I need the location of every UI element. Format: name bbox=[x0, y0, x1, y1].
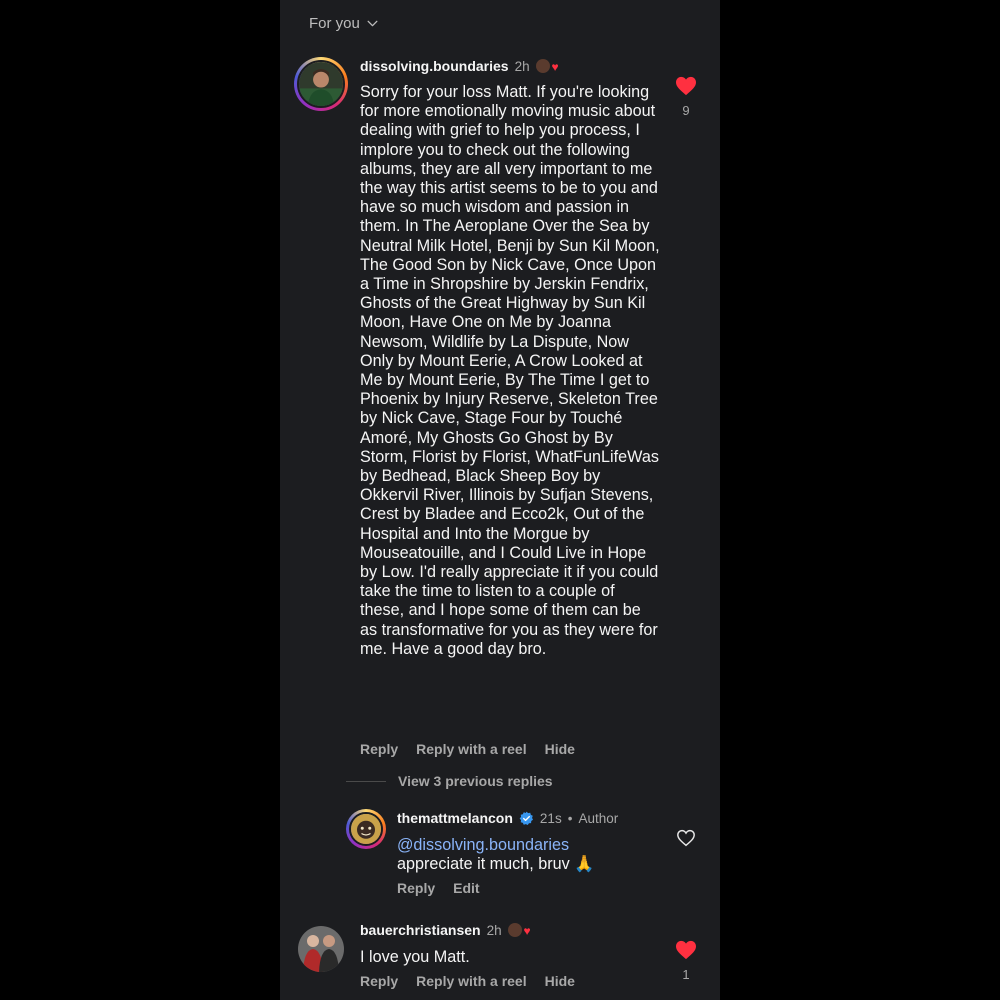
reply-button[interactable]: Reply bbox=[397, 880, 435, 896]
comments-panel: For you dissolving.boundaries 2h ♥ Sorry… bbox=[280, 0, 720, 1000]
reply-time: 21s bbox=[539, 810, 562, 826]
reply-mention[interactable]: @dissolving.boundaries bbox=[397, 836, 657, 855]
heart-icon bbox=[676, 940, 696, 960]
comment-actions: Reply Reply with a reel Hide bbox=[360, 973, 575, 989]
creator-liked-badge: ♥ bbox=[507, 923, 531, 938]
edit-button[interactable]: Edit bbox=[453, 880, 479, 896]
divider bbox=[346, 780, 386, 782]
reply-avatar[interactable] bbox=[346, 809, 386, 849]
like-count: 1 bbox=[682, 967, 690, 982]
comment-actions: Reply Reply with a reel Hide bbox=[360, 741, 575, 757]
comment-header: bauerchristiansen 2h ♥ bbox=[360, 922, 531, 938]
feed-selector-label: For you bbox=[309, 15, 360, 32]
comment-time: 2h bbox=[486, 922, 502, 938]
reply-with-reel-button[interactable]: Reply with a reel bbox=[416, 741, 526, 757]
view-previous-replies[interactable]: View 3 previous replies bbox=[346, 773, 553, 789]
like-count: 9 bbox=[682, 103, 690, 118]
user-photo bbox=[298, 926, 344, 972]
comment-text: Sorry for your loss Matt. If you're look… bbox=[360, 83, 660, 658]
feed-selector[interactable]: For you bbox=[309, 15, 379, 32]
author-label: Author bbox=[578, 810, 619, 826]
reply-username[interactable]: themattmelancon bbox=[397, 810, 513, 826]
like-button[interactable]: 1 bbox=[674, 940, 698, 982]
heart-outline-icon bbox=[677, 829, 695, 847]
heart-icon: ♥ bbox=[523, 924, 531, 938]
reply-button[interactable]: Reply bbox=[360, 973, 398, 989]
comment-text: I love you Matt. bbox=[360, 948, 470, 966]
heart-icon: ♥ bbox=[551, 60, 559, 74]
view-replies-label: View 3 previous replies bbox=[398, 773, 553, 789]
reply-text: @dissolving.boundaries appreciate it muc… bbox=[397, 836, 657, 874]
user-photo bbox=[299, 62, 343, 106]
like-button[interactable]: 9 bbox=[674, 76, 698, 118]
reply-with-reel-button[interactable]: Reply with a reel bbox=[416, 973, 526, 989]
verified-badge-icon bbox=[519, 811, 533, 825]
chevron-down-icon bbox=[367, 20, 378, 27]
hide-button[interactable]: Hide bbox=[545, 973, 575, 989]
hide-button[interactable]: Hide bbox=[545, 741, 575, 757]
reply-message: appreciate it much, bruv 🙏 bbox=[397, 855, 595, 874]
reply-like-button[interactable] bbox=[674, 829, 698, 852]
separator: • bbox=[567, 810, 573, 826]
comment-time: 2h bbox=[514, 58, 530, 74]
reply-actions: Reply Edit bbox=[397, 880, 480, 896]
reply-header: themattmelancon 21s • Author bbox=[397, 810, 618, 826]
comment-header: dissolving.boundaries 2h ♥ bbox=[360, 58, 559, 74]
comment-username[interactable]: dissolving.boundaries bbox=[360, 58, 509, 74]
avatar[interactable] bbox=[298, 926, 344, 972]
reply-button[interactable]: Reply bbox=[360, 741, 398, 757]
avatar[interactable] bbox=[294, 57, 348, 111]
comment-username[interactable]: bauerchristiansen bbox=[360, 922, 481, 938]
heart-icon bbox=[676, 76, 696, 96]
creator-liked-badge: ♥ bbox=[535, 59, 559, 74]
user-photo bbox=[351, 814, 381, 844]
